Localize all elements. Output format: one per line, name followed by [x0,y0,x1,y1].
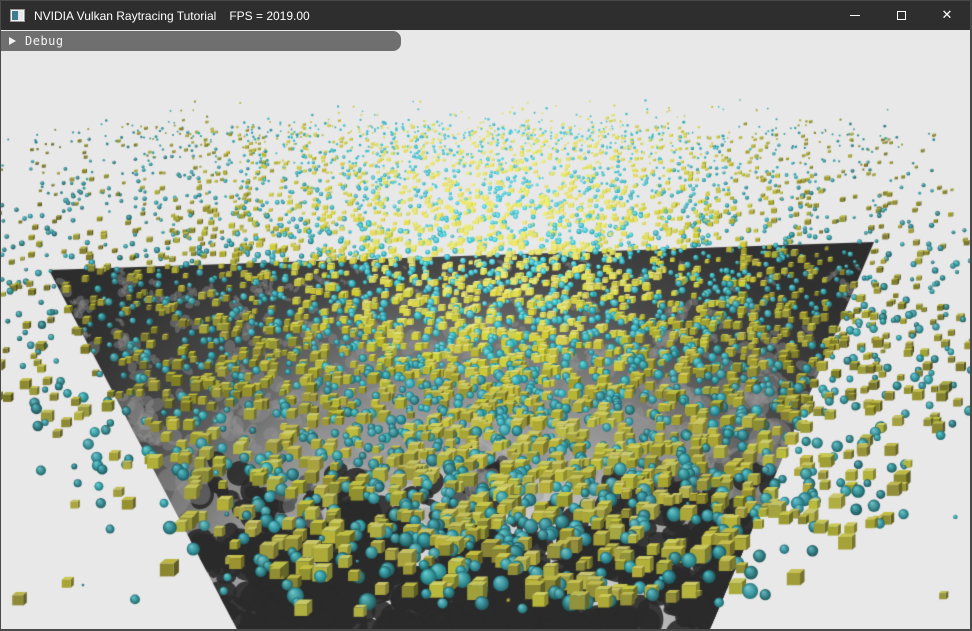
debug-panel-header[interactable]: Debug [1,31,401,51]
minimize-button[interactable] [832,1,878,30]
close-button[interactable]: ✕ [924,1,970,30]
fps-counter: FPS = 2019.00 [229,9,309,23]
titlebar[interactable]: NVIDIA Vulkan Raytracing Tutorial FPS = … [1,1,970,30]
maximize-icon [897,11,906,20]
render-viewport[interactable] [1,30,970,630]
debug-panel-label: Debug [25,34,64,48]
close-icon: ✕ [942,9,953,22]
app-window: NVIDIA Vulkan Raytracing Tutorial FPS = … [0,0,972,631]
minimize-icon [850,15,860,16]
app-icon [10,9,25,22]
maximize-button[interactable] [878,1,924,30]
collapse-arrow-icon [9,37,16,45]
window-title: NVIDIA Vulkan Raytracing Tutorial [34,9,216,23]
